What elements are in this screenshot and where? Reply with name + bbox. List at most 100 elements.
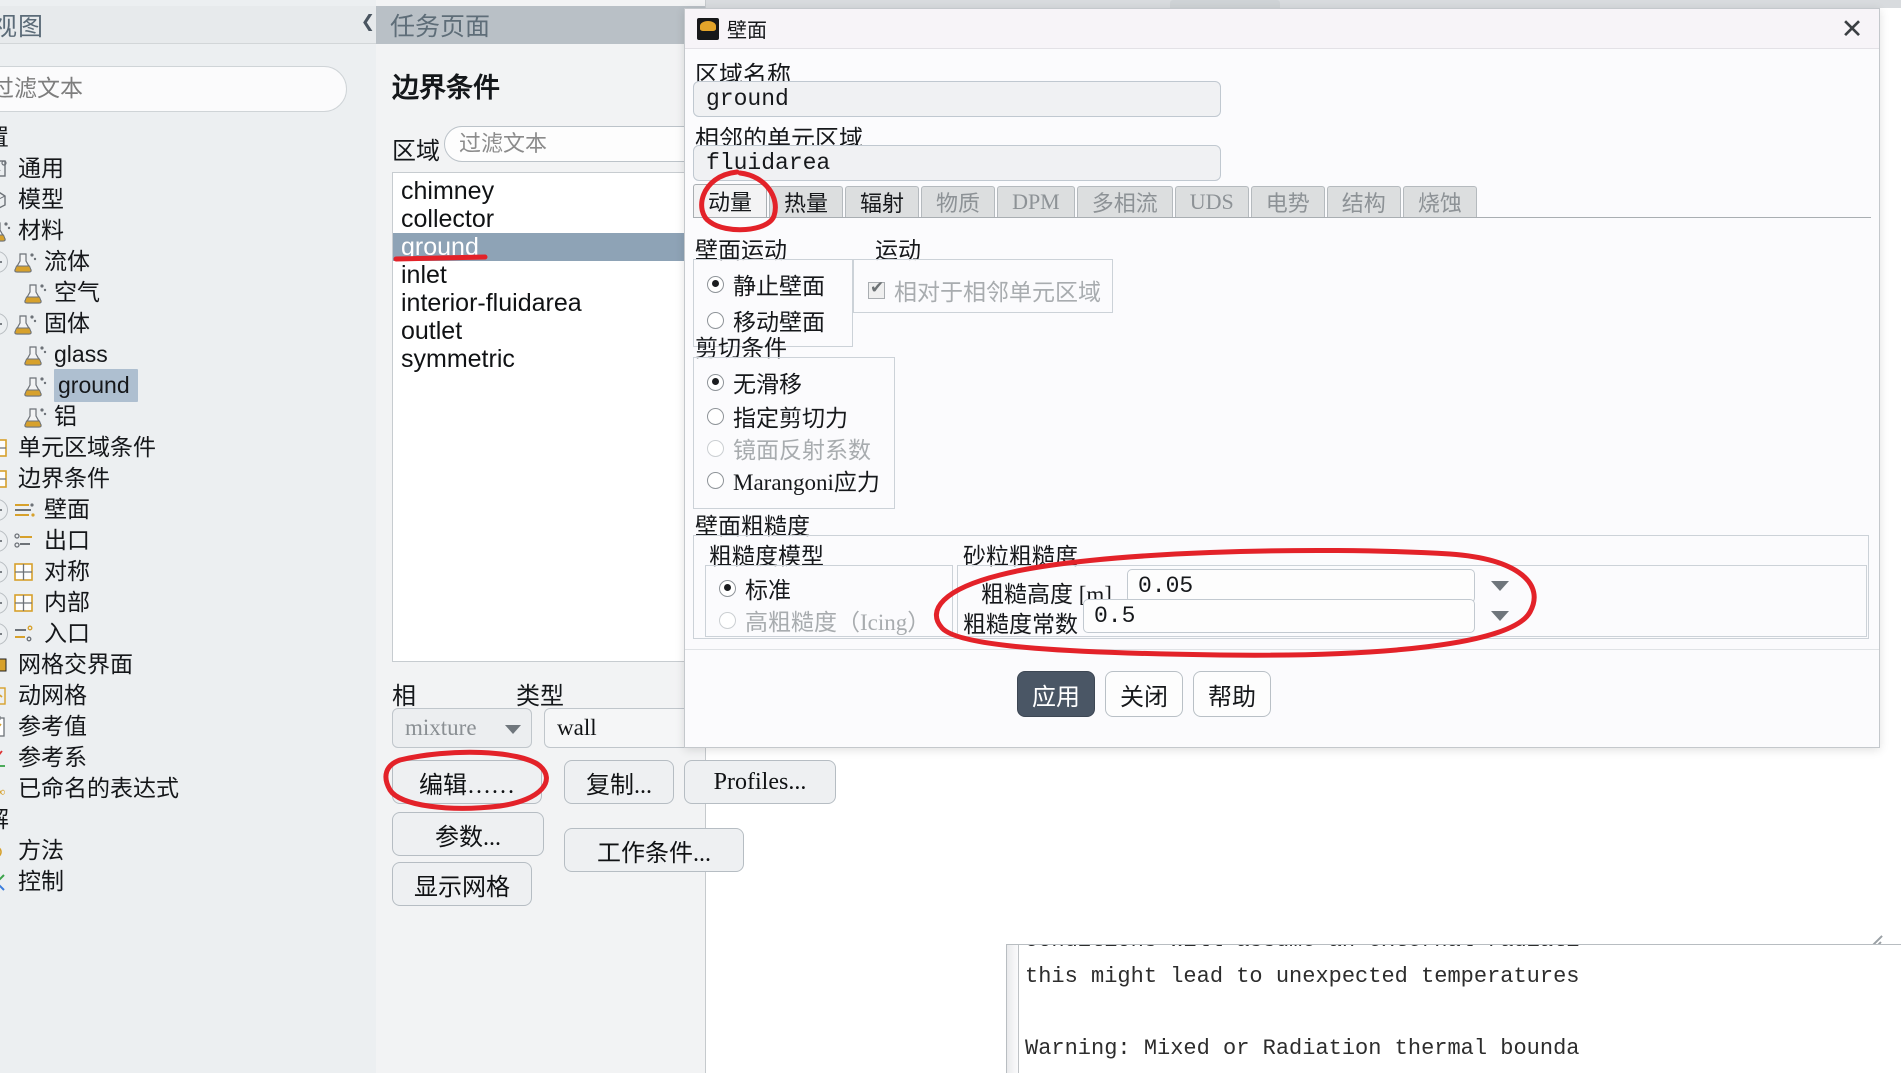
wall-motion-option-stationary[interactable]: 静止壁面	[707, 267, 825, 301]
zone-filter-input[interactable]: 过滤文本	[444, 126, 724, 162]
tree-item--[interactable]: 解	[0, 804, 382, 835]
expand-icon[interactable]	[0, 529, 8, 552]
shear-option-no-slip[interactable]: 无滑移	[707, 365, 802, 399]
tree-item--[interactable]: 铝	[0, 401, 382, 432]
help-button[interactable]: 帮助	[1193, 671, 1271, 717]
chevron-down-icon[interactable]	[1491, 611, 1509, 621]
chevron-down-icon[interactable]	[1491, 581, 1509, 591]
tree-item--[interactable]: 方法	[0, 835, 382, 866]
tree-item--[interactable]: f ∞ 已命名的表达式	[0, 773, 382, 804]
tree-item--[interactable]: 壁面	[0, 494, 382, 525]
material-icon	[22, 281, 48, 305]
wall-icon	[12, 498, 38, 522]
zone-list-item[interactable]: outlet	[393, 317, 726, 345]
expand-icon[interactable]	[0, 498, 8, 521]
expand-icon[interactable]	[0, 560, 8, 583]
tree-item--[interactable]: 单元区域条件	[0, 432, 382, 463]
tree-item--[interactable]: 流体	[0, 246, 382, 277]
tree-item-label: 材料	[18, 217, 64, 243]
tree-item-glass[interactable]: glass	[0, 339, 382, 370]
tree-item-label: 入口	[44, 620, 90, 646]
parameters-button[interactable]: 参数...	[392, 812, 544, 856]
roughness-model-standard[interactable]: 标准	[719, 571, 791, 605]
zone-list-item[interactable]: interior-fluidarea	[393, 289, 726, 317]
chevron-left-icon[interactable]: ❮	[361, 12, 375, 32]
tree-item--[interactable]: 参考系	[0, 742, 382, 773]
zone-list-item[interactable]: inlet	[393, 261, 726, 289]
tab--[interactable]: 物质	[921, 186, 996, 217]
tree-item--[interactable]: 参考值	[0, 711, 382, 742]
tab--[interactable]: 热量	[769, 186, 844, 217]
tree-item--[interactable]: 通用	[0, 153, 382, 184]
roughness-model-high-roughness[interactable]: 高粗糙度（Icing）	[719, 603, 930, 637]
roughness-height-input[interactable]: 0.05	[1127, 569, 1475, 603]
roughness-constant-input[interactable]: 0.5	[1083, 599, 1475, 633]
tab--[interactable]: 动量	[693, 184, 768, 217]
adjacent-zone-input[interactable]: fluidarea	[693, 145, 1221, 181]
edit-button[interactable]: 编辑……	[392, 760, 542, 804]
zone-list-item[interactable]: symmetric	[393, 345, 726, 373]
shear-option-specularity[interactable]: 镜面反射系数	[707, 431, 871, 465]
tree-item-ground[interactable]: ground	[0, 369, 382, 402]
tree-item--[interactable]: 控制	[0, 866, 382, 897]
task-page-header: 任务页面	[376, 6, 705, 44]
type-value: wall	[557, 715, 597, 740]
tab--[interactable]: 结构	[1326, 186, 1401, 217]
tab-dpm[interactable]: DPM	[997, 186, 1075, 217]
copy-button[interactable]: 复制...	[564, 760, 674, 804]
display-mesh-button[interactable]: 显示网格	[392, 862, 532, 906]
operating-conditions-button[interactable]: 工作条件...	[564, 828, 744, 872]
zone-label: 区域	[392, 139, 440, 165]
tree-item--[interactable]: 内部	[0, 587, 382, 618]
close-button[interactable]: 关闭	[1105, 671, 1183, 717]
phase-select[interactable]: mixture	[392, 708, 532, 748]
checkbox-icon	[868, 278, 885, 299]
outline-filter-input[interactable]: 过滤文本	[0, 66, 347, 112]
tree-item--[interactable]: 空气	[0, 277, 382, 308]
dialog-title: 壁面	[727, 20, 767, 42]
zone-list-item[interactable]: ground	[393, 233, 726, 261]
console-top-strip	[1006, 928, 1901, 944]
apply-button[interactable]: 应用	[1017, 671, 1095, 717]
tree-item--[interactable]: 动网格	[0, 680, 382, 711]
shear-option-marangoni[interactable]: Marangoni应力	[707, 463, 880, 497]
mesh-interface-icon	[0, 653, 12, 677]
zone-list-item-label: chimney	[401, 177, 495, 205]
zone-list-item-label: ground	[401, 233, 479, 261]
zone-list[interactable]: chimney collector ground inlet interior-flui…	[392, 172, 727, 662]
tree-item--[interactable]: 出口	[0, 525, 382, 556]
tree-item--[interactable]: 网格交界面	[0, 649, 382, 680]
tree-item--[interactable]: 入口	[0, 618, 382, 649]
dialog-titlebar[interactable]: 壁面	[685, 9, 1879, 49]
close-icon[interactable]: ✕	[1839, 16, 1865, 43]
zone-name-input[interactable]: ground	[693, 81, 1221, 117]
collapse-icon[interactable]	[0, 250, 8, 273]
tree-item--[interactable]: 边界条件	[0, 463, 382, 494]
tree-item--[interactable]: 模型	[0, 184, 382, 215]
console-panel: conditions will assume an external radia…	[1006, 944, 1901, 1073]
tab--[interactable]: 多相流	[1076, 186, 1173, 217]
collapse-icon[interactable]	[0, 312, 8, 335]
tab--[interactable]: 烧蚀	[1402, 186, 1477, 217]
grid-icon	[12, 560, 38, 584]
tree-item--[interactable]: 对称	[0, 556, 382, 587]
tab--[interactable]: 辐射	[845, 186, 920, 217]
tab-label: UDS	[1189, 189, 1234, 214]
radio-icon	[707, 471, 724, 489]
tab-uds[interactable]: UDS	[1174, 186, 1249, 217]
zone-list-item[interactable]: collector	[393, 205, 726, 233]
option-label: 指定剪切力	[733, 406, 848, 431]
tree-item--[interactable]: 材料	[0, 215, 382, 246]
tree-item--[interactable]: 固体	[0, 308, 382, 339]
tree-item-label: 参考值	[18, 713, 87, 739]
tree-item--[interactable]: 置	[0, 122, 382, 153]
zone-list-item[interactable]: chimney	[393, 177, 726, 205]
tree-item-label: 出口	[44, 527, 90, 553]
expand-icon[interactable]	[0, 591, 8, 614]
tree-item-label: 固体	[44, 310, 90, 336]
profiles-button[interactable]: Profiles...	[684, 760, 836, 804]
expand-icon[interactable]	[0, 622, 8, 645]
tab--[interactable]: 电势	[1250, 186, 1325, 217]
shear-option-specified-shear[interactable]: 指定剪切力	[707, 399, 848, 433]
relative-to-adjacent-cell-zone-checkbox[interactable]: 相对于相邻单元区域	[868, 273, 1101, 307]
